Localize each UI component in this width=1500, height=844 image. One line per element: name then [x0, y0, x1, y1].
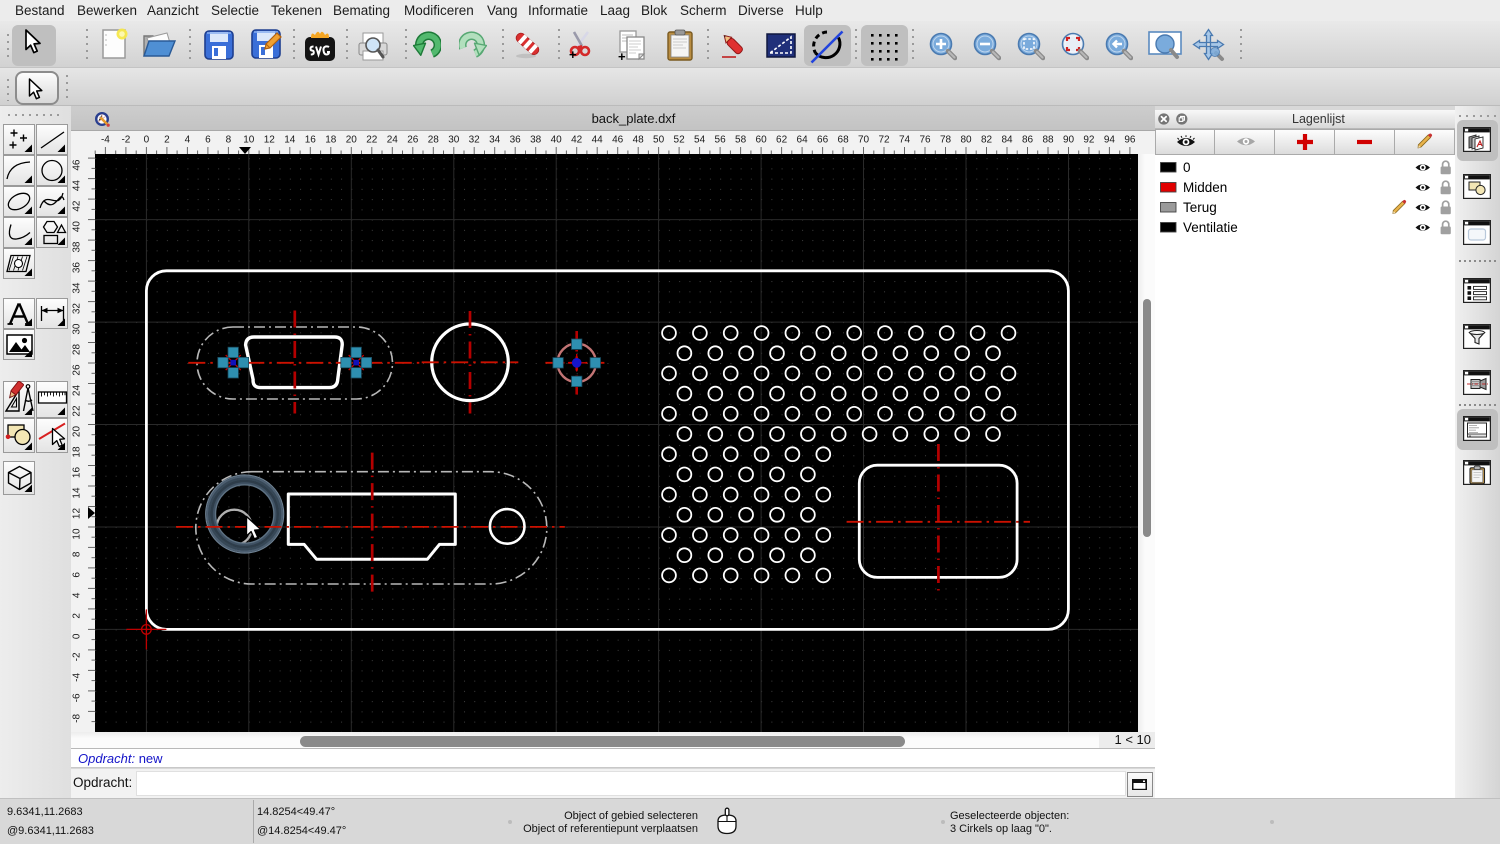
svg-text:26: 26 — [407, 135, 419, 146]
svg-text:4: 4 — [72, 592, 83, 598]
svg-text:18: 18 — [325, 135, 337, 146]
svg-text:40: 40 — [551, 135, 563, 146]
svg-text:2: 2 — [72, 613, 83, 619]
svg-text:20: 20 — [72, 426, 83, 438]
svg-text:Ventilatie: Ventilatie — [1183, 220, 1238, 235]
svg-text:34: 34 — [72, 282, 83, 294]
svg-text:56: 56 — [715, 135, 727, 146]
svg-text:-8: -8 — [72, 714, 83, 723]
svg-text:72: 72 — [878, 135, 890, 146]
svg-text:18: 18 — [72, 446, 83, 458]
svg-text:58: 58 — [735, 135, 747, 146]
svg-text:36: 36 — [72, 262, 83, 274]
svg-text:-2: -2 — [121, 135, 130, 146]
svg-text:10: 10 — [243, 135, 255, 146]
svg-text:26: 26 — [72, 364, 83, 376]
svg-text:-2: -2 — [72, 652, 83, 661]
svg-text:40: 40 — [72, 221, 83, 233]
svg-text:86: 86 — [1022, 135, 1034, 146]
svg-text:50: 50 — [653, 135, 665, 146]
svg-text:28: 28 — [428, 135, 440, 146]
svg-text:38: 38 — [72, 241, 83, 253]
svg-text:54: 54 — [694, 135, 706, 146]
svg-text:0: 0 — [144, 135, 150, 146]
svg-text:52: 52 — [674, 135, 686, 146]
svg-text:6: 6 — [205, 135, 211, 146]
svg-text:60: 60 — [756, 135, 768, 146]
svg-text:96: 96 — [1124, 135, 1136, 146]
svg-text:92: 92 — [1083, 135, 1095, 146]
svg-text:+: + — [618, 49, 626, 62]
svg-text:62: 62 — [776, 135, 788, 146]
svg-text:94: 94 — [1104, 135, 1116, 146]
svg-text:Terug: Terug — [1183, 200, 1217, 215]
svg-text:82: 82 — [981, 135, 993, 146]
svg-text:22: 22 — [72, 405, 83, 417]
svg-text:16: 16 — [305, 135, 317, 146]
svg-text:0: 0 — [72, 633, 83, 639]
svg-text:Midden: Midden — [1183, 180, 1227, 195]
svg-text:30: 30 — [448, 135, 460, 146]
svg-text:22: 22 — [366, 135, 378, 146]
svg-text:-4: -4 — [101, 135, 110, 146]
svg-text:48: 48 — [633, 135, 645, 146]
svg-text:12: 12 — [72, 508, 83, 520]
svg-text:24: 24 — [72, 385, 83, 397]
svg-text:2: 2 — [164, 135, 170, 146]
svg-text:44: 44 — [72, 180, 83, 192]
svg-text:46: 46 — [612, 135, 624, 146]
svg-text:80: 80 — [960, 135, 972, 146]
svg-text:84: 84 — [1001, 135, 1013, 146]
svg-text:8: 8 — [72, 551, 83, 557]
svg-text:4: 4 — [185, 135, 191, 146]
svg-text:66: 66 — [817, 135, 829, 146]
svg-text:42: 42 — [72, 200, 83, 212]
svg-text:32: 32 — [72, 303, 83, 315]
svg-text:70: 70 — [858, 135, 870, 146]
svg-text:88: 88 — [1042, 135, 1054, 146]
svg-text:74: 74 — [899, 135, 911, 146]
svg-text:10: 10 — [72, 528, 83, 540]
svg-text:0: 0 — [1183, 160, 1191, 175]
svg-text:64: 64 — [797, 135, 809, 146]
svg-text:30: 30 — [72, 323, 83, 335]
svg-text:68: 68 — [838, 135, 850, 146]
svg-text:+: + — [569, 47, 577, 61]
svg-text:34: 34 — [489, 135, 501, 146]
svg-text:24: 24 — [387, 135, 399, 146]
svg-text:16: 16 — [72, 467, 83, 479]
svg-text:32: 32 — [469, 135, 481, 146]
svg-text:14: 14 — [284, 135, 296, 146]
svg-text:8: 8 — [226, 135, 232, 146]
svg-text:20: 20 — [346, 135, 358, 146]
svg-text:78: 78 — [940, 135, 952, 146]
svg-text:-4: -4 — [72, 673, 83, 682]
svg-text:36: 36 — [510, 135, 522, 146]
svg-text:38: 38 — [530, 135, 542, 146]
svg-text:76: 76 — [919, 135, 931, 146]
svg-text:46: 46 — [72, 159, 83, 171]
svg-text:42: 42 — [571, 135, 583, 146]
svg-text:6: 6 — [72, 572, 83, 578]
svg-text:44: 44 — [592, 135, 604, 146]
svg-text:90: 90 — [1063, 135, 1075, 146]
svg-text:14: 14 — [72, 487, 83, 499]
svg-text:28: 28 — [72, 344, 83, 356]
svg-text:12: 12 — [264, 135, 276, 146]
svg-text:-6: -6 — [72, 693, 83, 702]
